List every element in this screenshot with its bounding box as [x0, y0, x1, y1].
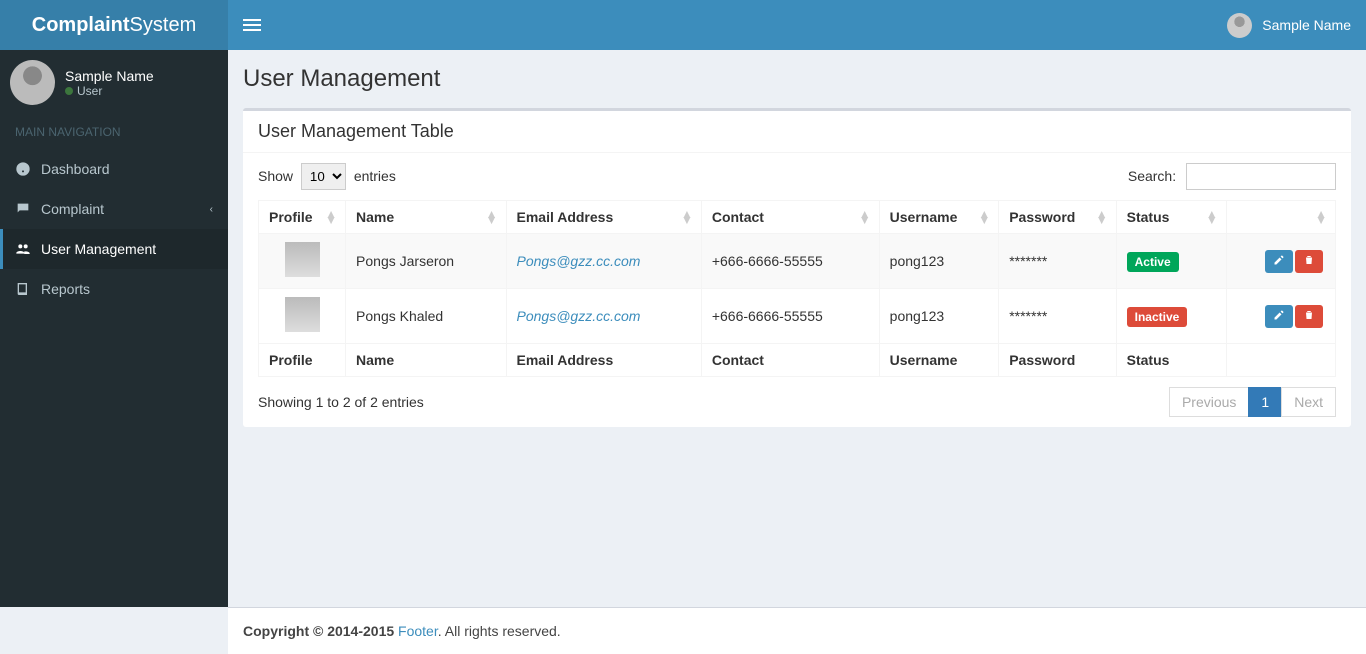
sidebar-item-label: Complaint [41, 201, 104, 217]
length-select[interactable]: 10 [301, 163, 346, 190]
sort-icon: ▲▼ [325, 211, 337, 223]
cell-contact: +666-6666-55555 [701, 234, 879, 289]
sidebar-item-dashboard[interactable]: Dashboard [0, 149, 228, 189]
sidebar-user-panel: Sample Name User [0, 50, 228, 115]
sidebar-toggle[interactable] [243, 19, 261, 31]
sidebar-item-user-management[interactable]: User Management [0, 229, 228, 269]
cell-username: pong123 [879, 289, 999, 344]
cell-username: pong123 [879, 234, 999, 289]
cell-contact: +666-6666-55555 [701, 289, 879, 344]
table-row: Pongs Khaled Pongs@gzz.cc.com +666-6666-55… [259, 289, 1336, 344]
pagination-next[interactable]: Next [1281, 387, 1336, 417]
chevron-left-icon: ‹ [210, 204, 213, 215]
brand-rest: System [130, 14, 197, 36]
email-link[interactable]: Pongs@gzz.cc.com [517, 308, 641, 324]
column-footer: Password [999, 344, 1116, 377]
box-user-table: User Management Table Show 10 entries Se… [243, 108, 1351, 427]
column-footer: Contact [701, 344, 879, 377]
sort-icon: ▲▼ [1096, 211, 1108, 223]
cell-password: ******* [999, 234, 1116, 289]
delete-button[interactable] [1295, 250, 1323, 273]
search-input[interactable] [1186, 163, 1336, 190]
comments-icon [15, 201, 31, 217]
sort-icon: ▲▼ [1315, 211, 1327, 223]
sort-icon: ▲▼ [859, 211, 871, 223]
column-header[interactable]: Name▲▼ [346, 201, 506, 234]
table-row: Pongs Jarseron Pongs@gzz.cc.com +666-6666-… [259, 234, 1336, 289]
column-header[interactable]: Username▲▼ [879, 201, 999, 234]
sidebar-item-complaint[interactable]: Complaint ‹ [0, 189, 228, 229]
sidebar-user-name: Sample Name [65, 68, 154, 84]
profile-thumb [285, 297, 320, 332]
column-footer: Email Address [506, 344, 701, 377]
column-header[interactable]: Contact▲▼ [701, 201, 879, 234]
column-header[interactable]: Email Address▲▼ [506, 201, 701, 234]
sidebar-item-label: Dashboard [41, 161, 110, 177]
datatable-info: Showing 1 to 2 of 2 entries [258, 394, 424, 410]
pagination-page-1[interactable]: 1 [1248, 387, 1282, 417]
sidebar-item-label: User Management [41, 241, 156, 257]
avatar-icon [10, 60, 55, 105]
sidebar: Sample Name User MAIN NAVIGATION Dashboa… [0, 50, 228, 607]
cell-name: Pongs Jarseron [346, 234, 506, 289]
column-footer: Profile [259, 344, 346, 377]
datatable-length: Show 10 entries [258, 163, 396, 190]
sort-icon: ▲▼ [1206, 211, 1218, 223]
column-footer: Name [346, 344, 506, 377]
book-icon [15, 281, 31, 297]
sidebar-item-reports[interactable]: Reports [0, 269, 228, 309]
column-header[interactable]: ▲▼ [1226, 201, 1335, 234]
user-table: Profile▲▼Name▲▼Email Address▲▼Contact▲▼U… [258, 200, 1336, 377]
status-badge: Inactive [1127, 307, 1188, 327]
sort-icon: ▲▼ [486, 211, 498, 223]
dashboard-icon [15, 161, 31, 177]
edit-button[interactable] [1265, 250, 1293, 273]
users-icon [15, 241, 31, 257]
avatar-icon [1227, 13, 1252, 38]
column-header[interactable]: Status▲▼ [1116, 201, 1226, 234]
edit-button[interactable] [1265, 305, 1293, 328]
column-footer: Username [879, 344, 999, 377]
footer: Copyright © 2014-2015 Footer. All rights… [228, 607, 1366, 654]
sidebar-item-label: Reports [41, 281, 90, 297]
cell-name: Pongs Khaled [346, 289, 506, 344]
cell-password: ******* [999, 289, 1116, 344]
column-header[interactable]: Password▲▼ [999, 201, 1116, 234]
pagination: Previous 1 Next [1170, 387, 1336, 417]
column-header[interactable]: Profile▲▼ [259, 201, 346, 234]
email-link[interactable]: Pongs@gzz.cc.com [517, 253, 641, 269]
status-badge: Active [1127, 252, 1179, 272]
brand-logo[interactable]: ComplaintSystem [0, 0, 228, 50]
page-title: User Management [243, 65, 1351, 93]
nav-section-header: MAIN NAVIGATION [0, 115, 228, 149]
sidebar-user-role: User [65, 84, 154, 98]
user-menu[interactable]: Sample Name [1227, 13, 1351, 38]
column-footer [1226, 344, 1335, 377]
delete-button[interactable] [1295, 305, 1323, 328]
topbar-username: Sample Name [1262, 17, 1351, 33]
box-title: User Management Table [243, 111, 1351, 153]
brand-bold: Complaint [32, 14, 130, 36]
sort-icon: ▲▼ [978, 211, 990, 223]
pagination-previous[interactable]: Previous [1169, 387, 1249, 417]
sort-icon: ▲▼ [681, 211, 693, 223]
column-footer: Status [1116, 344, 1226, 377]
profile-thumb [285, 242, 320, 277]
online-status-dot [65, 87, 73, 95]
footer-link[interactable]: Footer [398, 623, 438, 639]
datatable-search: Search: [1128, 163, 1336, 190]
